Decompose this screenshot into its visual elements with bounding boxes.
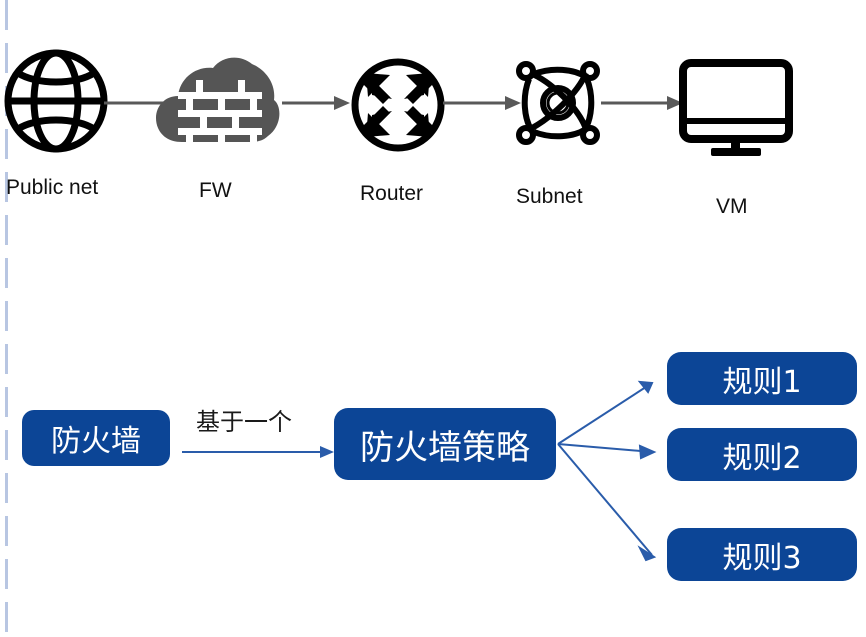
rule-box-1-label: 规则1 [722, 364, 802, 400]
firewall-box-label: 防火墙 [51, 424, 141, 459]
subnet-atom-icon [516, 61, 600, 145]
topology-label-router: Router [360, 182, 424, 205]
arrow-fw-to-router [282, 96, 350, 110]
arrow-router-to-subnet [443, 96, 521, 110]
rule-box-2-label: 规则2 [722, 440, 802, 476]
firewall-box[interactable]: 防火墙 [22, 410, 170, 466]
topology-label-subnet: Subnet [516, 185, 583, 208]
rule-box-3-label: 规则3 [722, 540, 802, 576]
rule-box-1[interactable]: 规则1 [667, 352, 857, 405]
topology-label-firewall: FW [199, 179, 232, 202]
arrow-firewall-to-policy [182, 446, 334, 458]
firewall-policy-box[interactable]: 防火墙策略 [334, 408, 556, 480]
rule-box-2[interactable]: 规则2 [667, 428, 857, 481]
arrow-subnet-to-vm [601, 96, 683, 110]
globe-icon [4, 49, 108, 153]
cloud-firewall-icon [156, 57, 280, 145]
diagram-canvas: Public net FW Router Subnet VM 防火墙 基于一个 … [0, 0, 866, 637]
topology-label-vm: VM [716, 195, 748, 218]
router-icon [351, 58, 445, 152]
firewall-policy-box-label: 防火墙策略 [360, 427, 530, 468]
edge-label-based-on-one: 基于一个 [196, 408, 292, 436]
topology-label-public-net: Public net [6, 176, 99, 199]
rule-box-3[interactable]: 规则3 [667, 528, 857, 581]
monitor-icon [679, 59, 793, 156]
